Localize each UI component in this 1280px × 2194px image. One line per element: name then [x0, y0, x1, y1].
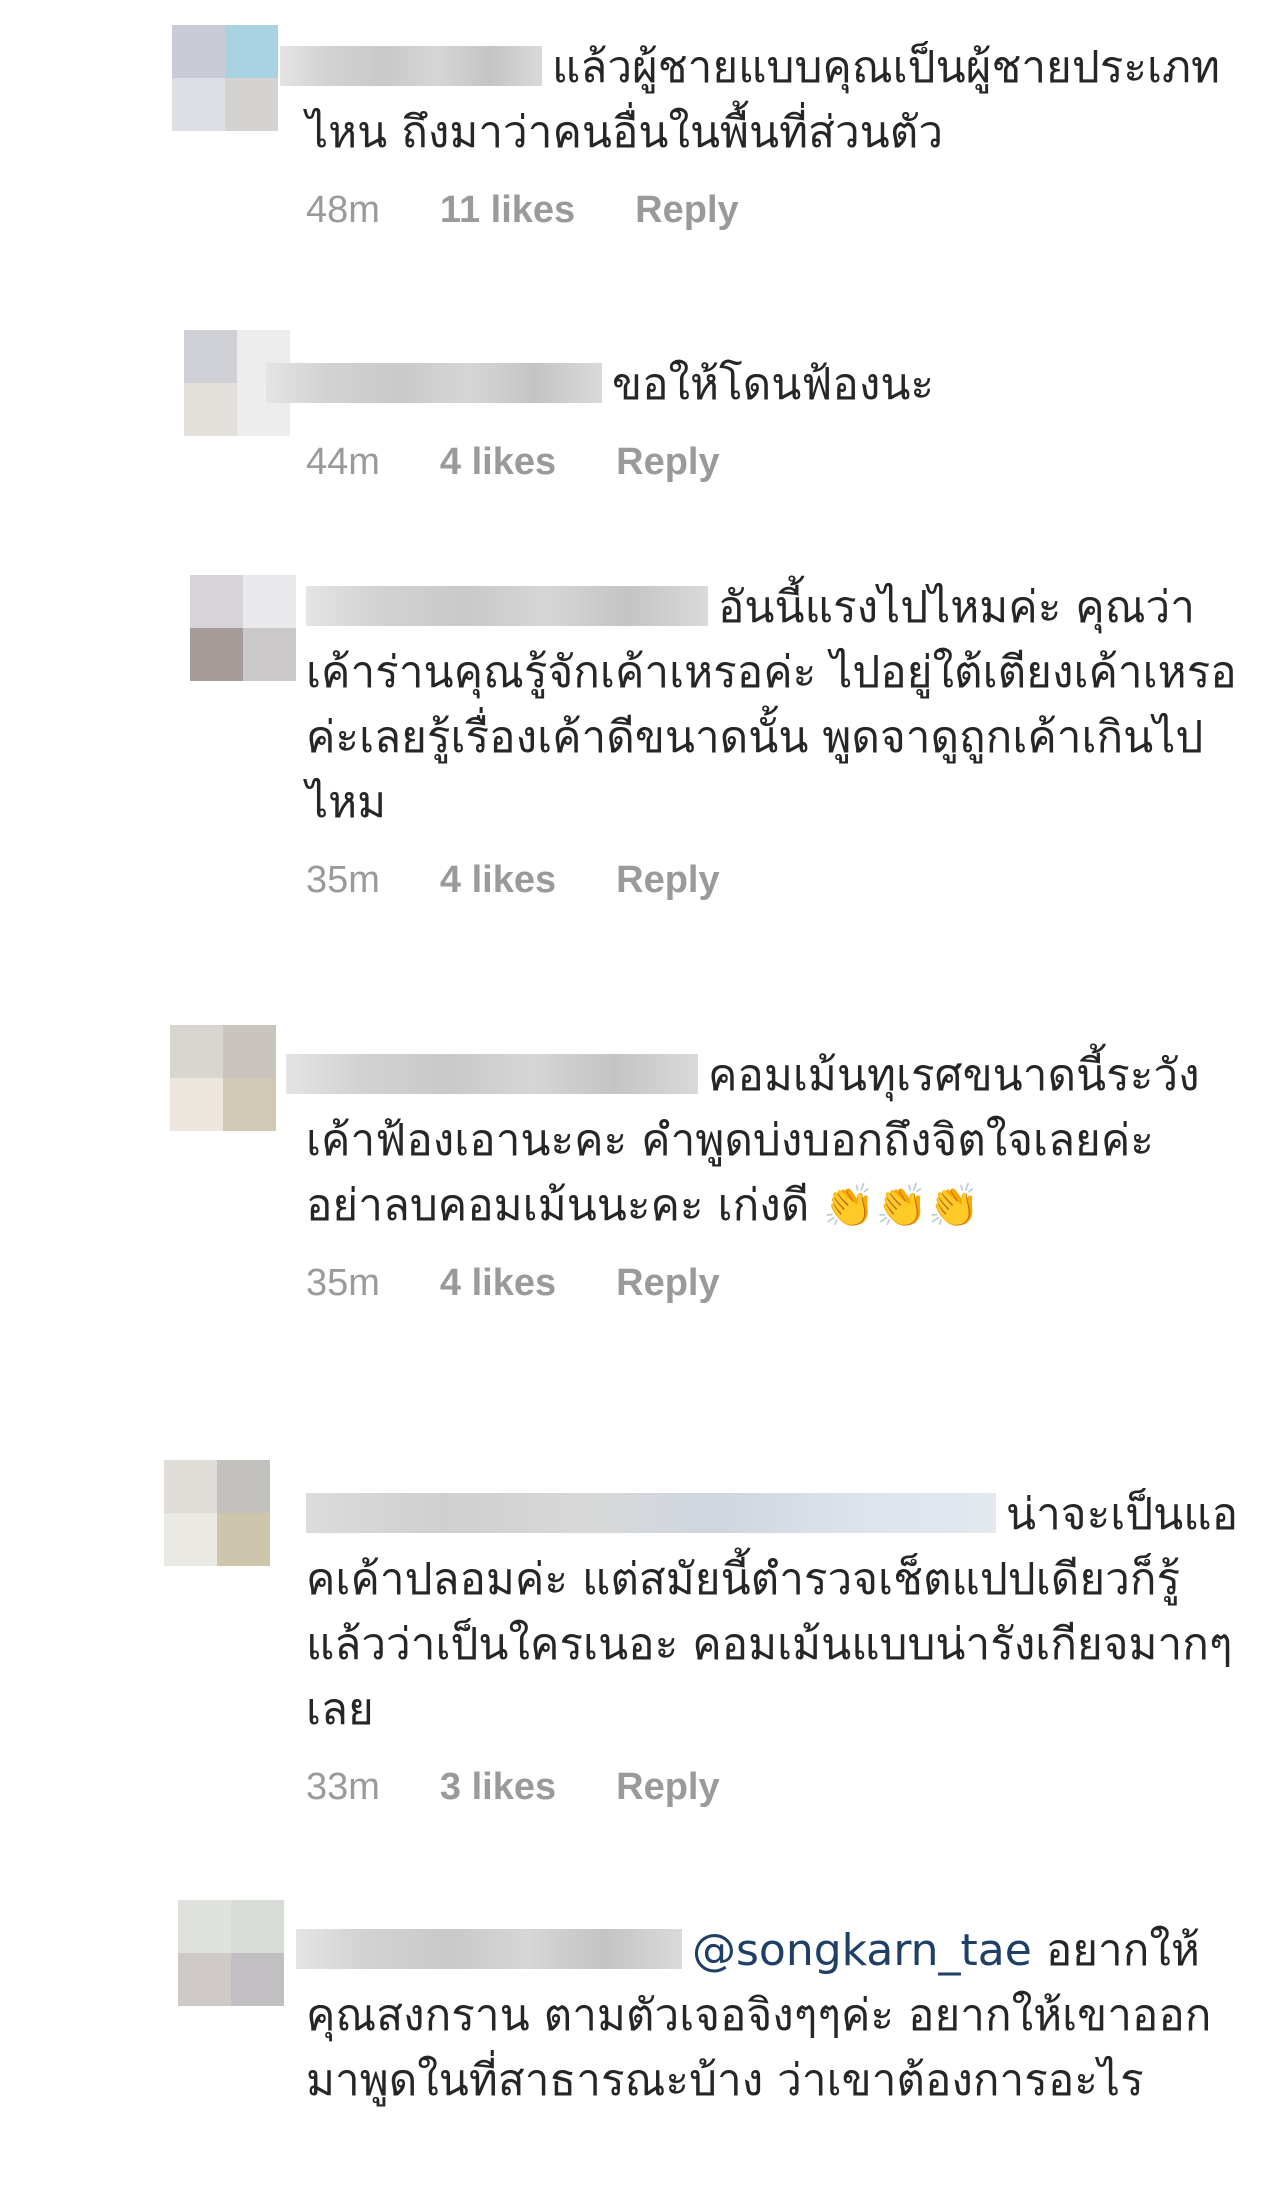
clapping-hands-emoji: 👏👏👏	[823, 1181, 981, 1230]
blurred-username[interactable]	[306, 586, 708, 626]
likes-count[interactable]: 4 likes	[440, 441, 556, 484]
comment-time: 33m	[306, 1766, 380, 1808]
comment-meta: 35m 4 likes Reply	[306, 1262, 1240, 1305]
comment-text: คอมเม้นทุเรศขนาดนี้ระวังเค้าฟ้องเอานะคะ …	[286, 1043, 1240, 1238]
comments-list: แล้วผู้ชายแบบคุณเป็นผู้ชายประเภทไหน ถึงม…	[0, 0, 1280, 2194]
blurred-username[interactable]	[306, 1493, 996, 1533]
reply-button[interactable]: Reply	[635, 189, 738, 232]
comment-meta: 44m 4 likes Reply	[306, 441, 1240, 484]
blurred-username[interactable]	[266, 363, 602, 403]
mention-link[interactable]: @songkarn_tae	[692, 1925, 1032, 1976]
likes-count[interactable]: 4 likes	[440, 1262, 556, 1305]
comment-time: 48m	[306, 189, 380, 231]
comment-text: ขอให้โดนฟ้องนะ	[266, 352, 1240, 417]
reply-button[interactable]: Reply	[616, 1262, 719, 1305]
blurred-username[interactable]	[296, 1929, 682, 1969]
comment-time: 35m	[306, 1262, 380, 1304]
comment-meta: 35m 4 likes Reply	[306, 859, 1240, 902]
avatar[interactable]	[178, 1900, 284, 2006]
blurred-username[interactable]	[280, 46, 542, 86]
comment-text: อันนี้แรงไปไหมค่ะ คุณว่าเค้าร่านคุณรู้จั…	[306, 575, 1240, 835]
likes-count[interactable]: 3 likes	[440, 1766, 556, 1809]
likes-count[interactable]: 4 likes	[440, 859, 556, 902]
avatar[interactable]	[190, 575, 296, 681]
comment-meta: 33m 3 likes Reply	[306, 1766, 1240, 1809]
comment-body: ขอให้โดนฟ้องนะ	[612, 359, 935, 410]
reply-button[interactable]: Reply	[616, 859, 719, 902]
avatar[interactable]	[170, 1025, 276, 1131]
reply-button[interactable]: Reply	[616, 1766, 719, 1809]
reply-button[interactable]: Reply	[616, 441, 719, 484]
avatar[interactable]	[164, 1460, 270, 1566]
comment-text: แล้วผู้ชายแบบคุณเป็นผู้ชายประเภทไหน ถึงม…	[280, 35, 1240, 165]
comment-meta: 48m 11 likes Reply	[306, 189, 1240, 232]
blurred-username[interactable]	[286, 1054, 698, 1094]
avatar[interactable]	[172, 25, 278, 131]
comment-text: น่าจะเป็นแอคเค้าปลอมค่ะ แต่สมัยนี้ตำรวจเ…	[306, 1482, 1240, 1742]
comment-time: 44m	[306, 441, 380, 483]
comment-time: 35m	[306, 859, 380, 901]
comment-text: @songkarn_tae อยากให้คุณสงกราน ตามตัวเจอ…	[296, 1918, 1240, 2113]
likes-count[interactable]: 11 likes	[440, 189, 575, 232]
